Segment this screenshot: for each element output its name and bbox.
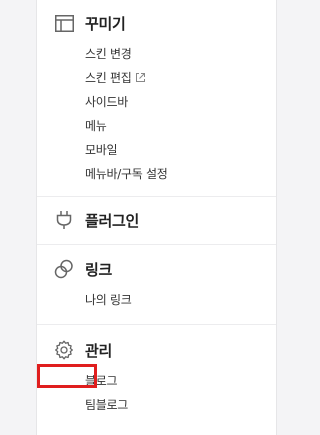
section-plugin-header[interactable]: 플러그인 — [37, 209, 276, 231]
layout-icon — [54, 13, 74, 33]
section-manage-header[interactable]: 관리 — [37, 339, 276, 361]
section-link-items: 나의 링크 — [37, 280, 276, 312]
section-title: 플러그인 — [85, 211, 140, 230]
menu-item-label: 스킨 편집 — [85, 71, 132, 85]
section-customize-items: 스킨 변경 스킨 편집 사이드바 메뉴 모바일 메뉴바/구독 설정 — [37, 34, 276, 186]
section-manage-items: 블로그 팀블로그 — [37, 361, 276, 417]
section-link: 링크 나의 링크 — [37, 244, 276, 324]
section-title: 꾸미기 — [85, 14, 126, 33]
section-title: 링크 — [85, 260, 113, 279]
settings-sidebar: 꾸미기 스킨 변경 스킨 편집 사이드바 메뉴 모바일 메뉴바/구독 설정 플러… — [36, 0, 277, 435]
section-title: 관리 — [85, 341, 113, 360]
link-icon — [54, 259, 74, 279]
gear-icon — [54, 340, 74, 360]
section-customize-header[interactable]: 꾸미기 — [37, 12, 276, 34]
menu-item-skin-edit[interactable]: 스킨 편집 — [37, 66, 276, 90]
menu-item-menubar-subscribe[interactable]: 메뉴바/구독 설정 — [37, 162, 276, 186]
menu-item-menu[interactable]: 메뉴 — [37, 114, 276, 138]
menu-item-blog[interactable]: 블로그 — [37, 369, 276, 393]
menu-item-team-blog[interactable]: 팀블로그 — [37, 393, 276, 417]
menu-item-my-links[interactable]: 나의 링크 — [37, 288, 276, 312]
plug-icon — [54, 210, 74, 230]
section-manage: 관리 블로그 팀블로그 — [37, 324, 276, 435]
section-plugin: 플러그인 — [37, 196, 276, 244]
menu-item-mobile[interactable]: 모바일 — [37, 138, 276, 162]
menu-item-skin-change[interactable]: 스킨 변경 — [37, 42, 276, 66]
section-customize: 꾸미기 스킨 변경 스킨 편집 사이드바 메뉴 모바일 메뉴바/구독 설정 — [37, 0, 276, 196]
section-link-header[interactable]: 링크 — [37, 258, 276, 280]
menu-item-sidebar[interactable]: 사이드바 — [37, 90, 276, 114]
external-link-icon — [135, 67, 146, 91]
